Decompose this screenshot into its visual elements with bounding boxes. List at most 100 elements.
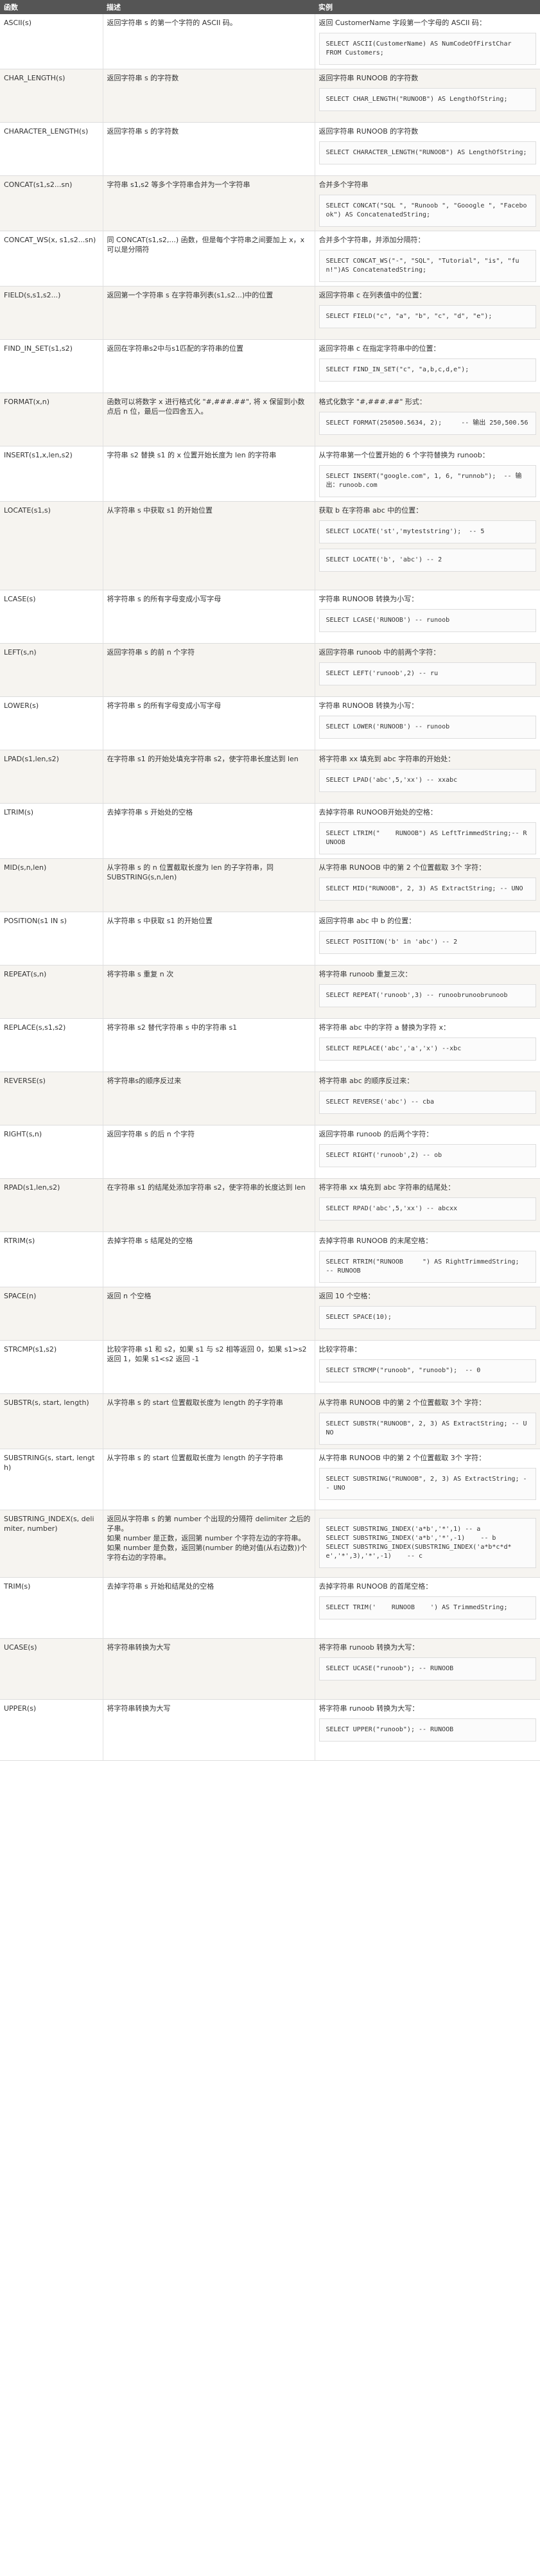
description-line: 返回第一个字符串 s 在字符串列表(s1,s2...)中的位置 <box>107 291 274 299</box>
function-name: RIGHT(s,n) <box>0 1125 103 1179</box>
functions-table: 函数 描述 实例 ASCII(s) 返回字符串 s 的第一个字符的 ASCII 码… <box>0 0 540 1761</box>
example-text: 返回字符串 RUNOOB 的字符数 <box>318 127 419 136</box>
description-line: 返回字符串 s 的第一个字符的 ASCII 码。 <box>107 19 237 27</box>
function-description: 从字符串 s 中获取 s1 的开始位置 <box>103 912 315 966</box>
code-block: SELECT CONCAT("SQL ", "Runoob ", "Gooogl… <box>318 195 536 227</box>
function-name: FORMAT(x,n) <box>0 393 103 446</box>
function-example: 返回字符串 c 在列表值中的位置： SELECT FIELD("c", "a", … <box>315 286 540 340</box>
function-description: 字符串 s2 替换 s1 的 x 位置开始长度为 len 的字符串 <box>103 446 315 502</box>
function-name: FIND_IN_SET(s1,s2) <box>0 339 103 393</box>
example-text: 返回 10 个空格： <box>318 1292 375 1300</box>
code-block: SELECT LPAD('abc',5,'xx') -- xxabc <box>318 769 536 792</box>
table-row: CONCAT_WS(x, s1,s2...sn) 同 CONCAT(s1,s2,.… <box>0 231 540 287</box>
description-line: 将字符串转换为大写 <box>107 1704 171 1713</box>
function-description: 返回第一个字符串 s 在字符串列表(s1,s2...)中的位置 <box>103 286 315 340</box>
function-example: 返回字符串 RUNOOB 的字符数 SELECT CHAR_LENGTH("RUN… <box>315 69 540 123</box>
table-row: RPAD(s1,len,s2) 在字符串 s1 的结尾处添加字符串 s2，使字符串… <box>0 1178 540 1232</box>
function-name: CHARACTER_LENGTH(s) <box>0 122 103 176</box>
example-text: 返回字符串 c 在列表值中的位置： <box>318 291 426 299</box>
example-text: 合并多个字符串 <box>318 181 369 189</box>
description-line: 返回字符串 s 的字符数 <box>107 127 179 136</box>
function-example: 格式化数字 "#,###.##" 形式： SELECT FORMAT(250500… <box>315 393 540 446</box>
table-row: TRIM(s) 去掉字符串 s 开始和结尾处的空格 去掉字符串 RUNOOB 的首尾… <box>0 1577 540 1639</box>
function-example: 返回字符串 abc 中 b 的位置： SELECT POSITION('b' in… <box>315 912 540 966</box>
code-block: SELECT SPACE(10); <box>318 1306 536 1329</box>
example-text: 合并多个字符串，并添加分隔符： <box>318 236 425 244</box>
function-description: 同 CONCAT(s1,s2,...) 函数，但是每个字符串之间要加上 x，x … <box>103 231 315 287</box>
code-block: SELECT FIND_IN_SET("c", "a,b,c,d,e"); <box>318 358 536 382</box>
function-description: 从字符串 s 的 start 位置截取长度为 length 的子字符串 <box>103 1393 315 1449</box>
description-line: 返回 n 个空格 <box>107 1292 152 1300</box>
function-name: CONCAT(s1,s2...sn) <box>0 175 103 231</box>
function-name: REPLACE(s,s1,s2) <box>0 1018 103 1072</box>
table-row: CONCAT(s1,s2...sn) 字符串 s1,s2 等多个字符串合并为一个字… <box>0 175 540 231</box>
function-description: 返回字符串 s 的第一个字符的 ASCII 码。 <box>103 14 315 69</box>
code-block: SELECT REPEAT('runoob',3) -- runoobrunoo… <box>318 984 536 1007</box>
description-line: 函数可以将数字 x 进行格式化 "#,###.##", 将 x 保留到小数点后 … <box>107 398 305 416</box>
code-block: SELECT INSERT("google.com", 1, 6, "runno… <box>318 465 536 497</box>
function-example: 合并多个字符串 SELECT CONCAT("SQL ", "Runoob ", … <box>315 175 540 231</box>
description-line: 将字符串 s 的所有字母变成小写字母 <box>107 595 222 603</box>
function-example: 将字符串 runoob 转换为大写： SELECT UCASE("runoob")… <box>315 1638 540 1700</box>
function-description: 从字符串 s 中获取 s1 的开始位置 <box>103 501 315 590</box>
example-text: 返回字符串 RUNOOB 的字符数 <box>318 74 419 82</box>
example-text: 将字符串 xx 填充到 abc 字符串的开始处： <box>318 755 455 763</box>
function-example: 将字符串 abc 中的字符 a 替换为字符 x： SELECT REPLACE('… <box>315 1018 540 1072</box>
table-row: UCASE(s) 将字符串转换为大写 将字符串 runoob 转换为大写： SELEC… <box>0 1638 540 1700</box>
code-block: SELECT REPLACE('abc','a','x') --xbc <box>318 1037 536 1061</box>
function-name: FIELD(s,s1,s2...) <box>0 286 103 340</box>
function-description: 去掉字符串 s 开始处的空格 <box>103 803 315 859</box>
description-line: 从字符串 s 的 n 位置截取长度为 len 的子字符串，同 SUBSTRING… <box>107 863 274 881</box>
function-name: LTRIM(s) <box>0 803 103 859</box>
description-line: 去掉字符串 s 开始处的空格 <box>107 808 193 816</box>
function-description: 从字符串 s 的 start 位置截取长度为 length 的子字符串 <box>103 1449 315 1510</box>
code-block: SELECT TRIM(' RUNOOB ') AS TrimmedString… <box>318 1596 536 1619</box>
function-description: 将字符串 s 的所有字母变成小写字母 <box>103 696 315 750</box>
example-text: 去掉字符串 RUNOOB开始处的空格： <box>318 808 437 816</box>
table-row: LCASE(s) 将字符串 s 的所有字母变成小写字母 字符串 RUNOOB 转换为… <box>0 590 540 644</box>
function-example: 将字符串 abc 的顺序反过来： SELECT REVERSE('abc') --… <box>315 1072 540 1125</box>
function-example: 从字符串 RUNOOB 中的第 2 个位置截取 3个 字符： SELECT SUB… <box>315 1393 540 1449</box>
table-row: SPACE(n) 返回 n 个空格 返回 10 个空格： SELECT SPACE(1… <box>0 1287 540 1341</box>
example-text: 返回 CustomerName 字段第一个字母的 ASCII 码： <box>318 19 487 27</box>
table-row: POSITION(s1 IN s) 从字符串 s 中获取 s1 的开始位置 返回字符… <box>0 912 540 966</box>
table-row: FIND_IN_SET(s1,s2) 返回在字符串s2中与s1匹配的字符串的位置 返… <box>0 339 540 393</box>
function-name: SUBSTR(s, start, length) <box>0 1393 103 1449</box>
function-description: 将字符串转换为大写 <box>103 1638 315 1700</box>
function-description: 将字符串s的顺序反过来 <box>103 1072 315 1125</box>
function-name: LCASE(s) <box>0 590 103 644</box>
code-block: SELECT LOWER('RUNOOB') -- runoob <box>318 716 536 739</box>
table-row: LOCATE(s1,s) 从字符串 s 中获取 s1 的开始位置 获取 b 在字符串… <box>0 501 540 590</box>
example-text: 将字符串 abc 中的字符 a 替换为字符 x： <box>318 1023 451 1032</box>
code-block: SELECT SUBSTR("RUNOOB", 2, 3) AS Extract… <box>318 1413 536 1445</box>
function-example: 将字符串 xx 填充到 abc 字符串的开始处： SELECT LPAD('abc… <box>315 750 540 804</box>
example-text: 将字符串 runoob 转换为大写： <box>318 1704 419 1713</box>
code-block: SELECT FORMAT(250500.5634, 2); -- 输出 250… <box>318 412 536 435</box>
table-row: SUBSTRING(s, start, length) 从字符串 s 的 star… <box>0 1449 540 1510</box>
function-name: TRIM(s) <box>0 1577 103 1639</box>
table-row: LTRIM(s) 去掉字符串 s 开始处的空格 去掉字符串 RUNOOB开始处的空格… <box>0 803 540 859</box>
function-name: POSITION(s1 IN s) <box>0 912 103 966</box>
function-name: STRCMP(s1,s2) <box>0 1340 103 1394</box>
code-block: SELECT LEFT('runoob',2) -- ru <box>318 662 536 685</box>
example-text: 返回字符串 abc 中 b 的位置： <box>318 917 416 925</box>
function-name: LEFT(s,n) <box>0 643 103 697</box>
function-example: 返回字符串 c 在指定字符串中的位置： SELECT FIND_IN_SET("c… <box>315 339 540 393</box>
example-text: 从字符串 RUNOOB 中的第 2 个位置截取 3个 字符： <box>318 1454 486 1462</box>
code-block: SELECT RTRIM("RUNOOB ") AS RightTrimmedS… <box>318 1251 536 1283</box>
function-name: SUBSTRING_INDEX(s, delimiter, number) <box>0 1510 103 1578</box>
function-example: 从字符串 RUNOOB 中的第 2 个位置截取 3个 字符： SELECT SUB… <box>315 1449 540 1510</box>
description-line: 同 CONCAT(s1,s2,...) 函数，但是每个字符串之间要加上 x，x … <box>107 236 305 254</box>
function-example: 将字符串 xx 填充到 abc 字符串的结尾处： SELECT RPAD('abc… <box>315 1178 540 1232</box>
function-example: 将字符串 runoob 转换为大写： SELECT UPPER("runoob")… <box>315 1699 540 1761</box>
function-example: 去掉字符串 RUNOOB开始处的空格： SELECT LTRIM(" RUNOOB… <box>315 803 540 859</box>
function-name: INSERT(s1,x,len,s2) <box>0 446 103 502</box>
description-line: 如果 number 是负数，返回第(number 的绝对值(从右边数))个字符右… <box>107 1544 308 1562</box>
example-text: 将字符串 xx 填充到 abc 字符串的结尾处： <box>318 1183 455 1192</box>
function-description: 在字符串 s1 的开始处填充字符串 s2，使字符串长度达到 len <box>103 750 315 804</box>
function-name: REVERSE(s) <box>0 1072 103 1125</box>
table-body: ASCII(s) 返回字符串 s 的第一个字符的 ASCII 码。 返回 Custo… <box>0 14 540 1761</box>
function-example: 返回 10 个空格： SELECT SPACE(10); <box>315 1287 540 1341</box>
code-block: SELECT ASCII(CustomerName) AS NumCodeOfF… <box>318 33 536 65</box>
description-line: 从字符串 s 中获取 s1 的开始位置 <box>107 917 213 925</box>
